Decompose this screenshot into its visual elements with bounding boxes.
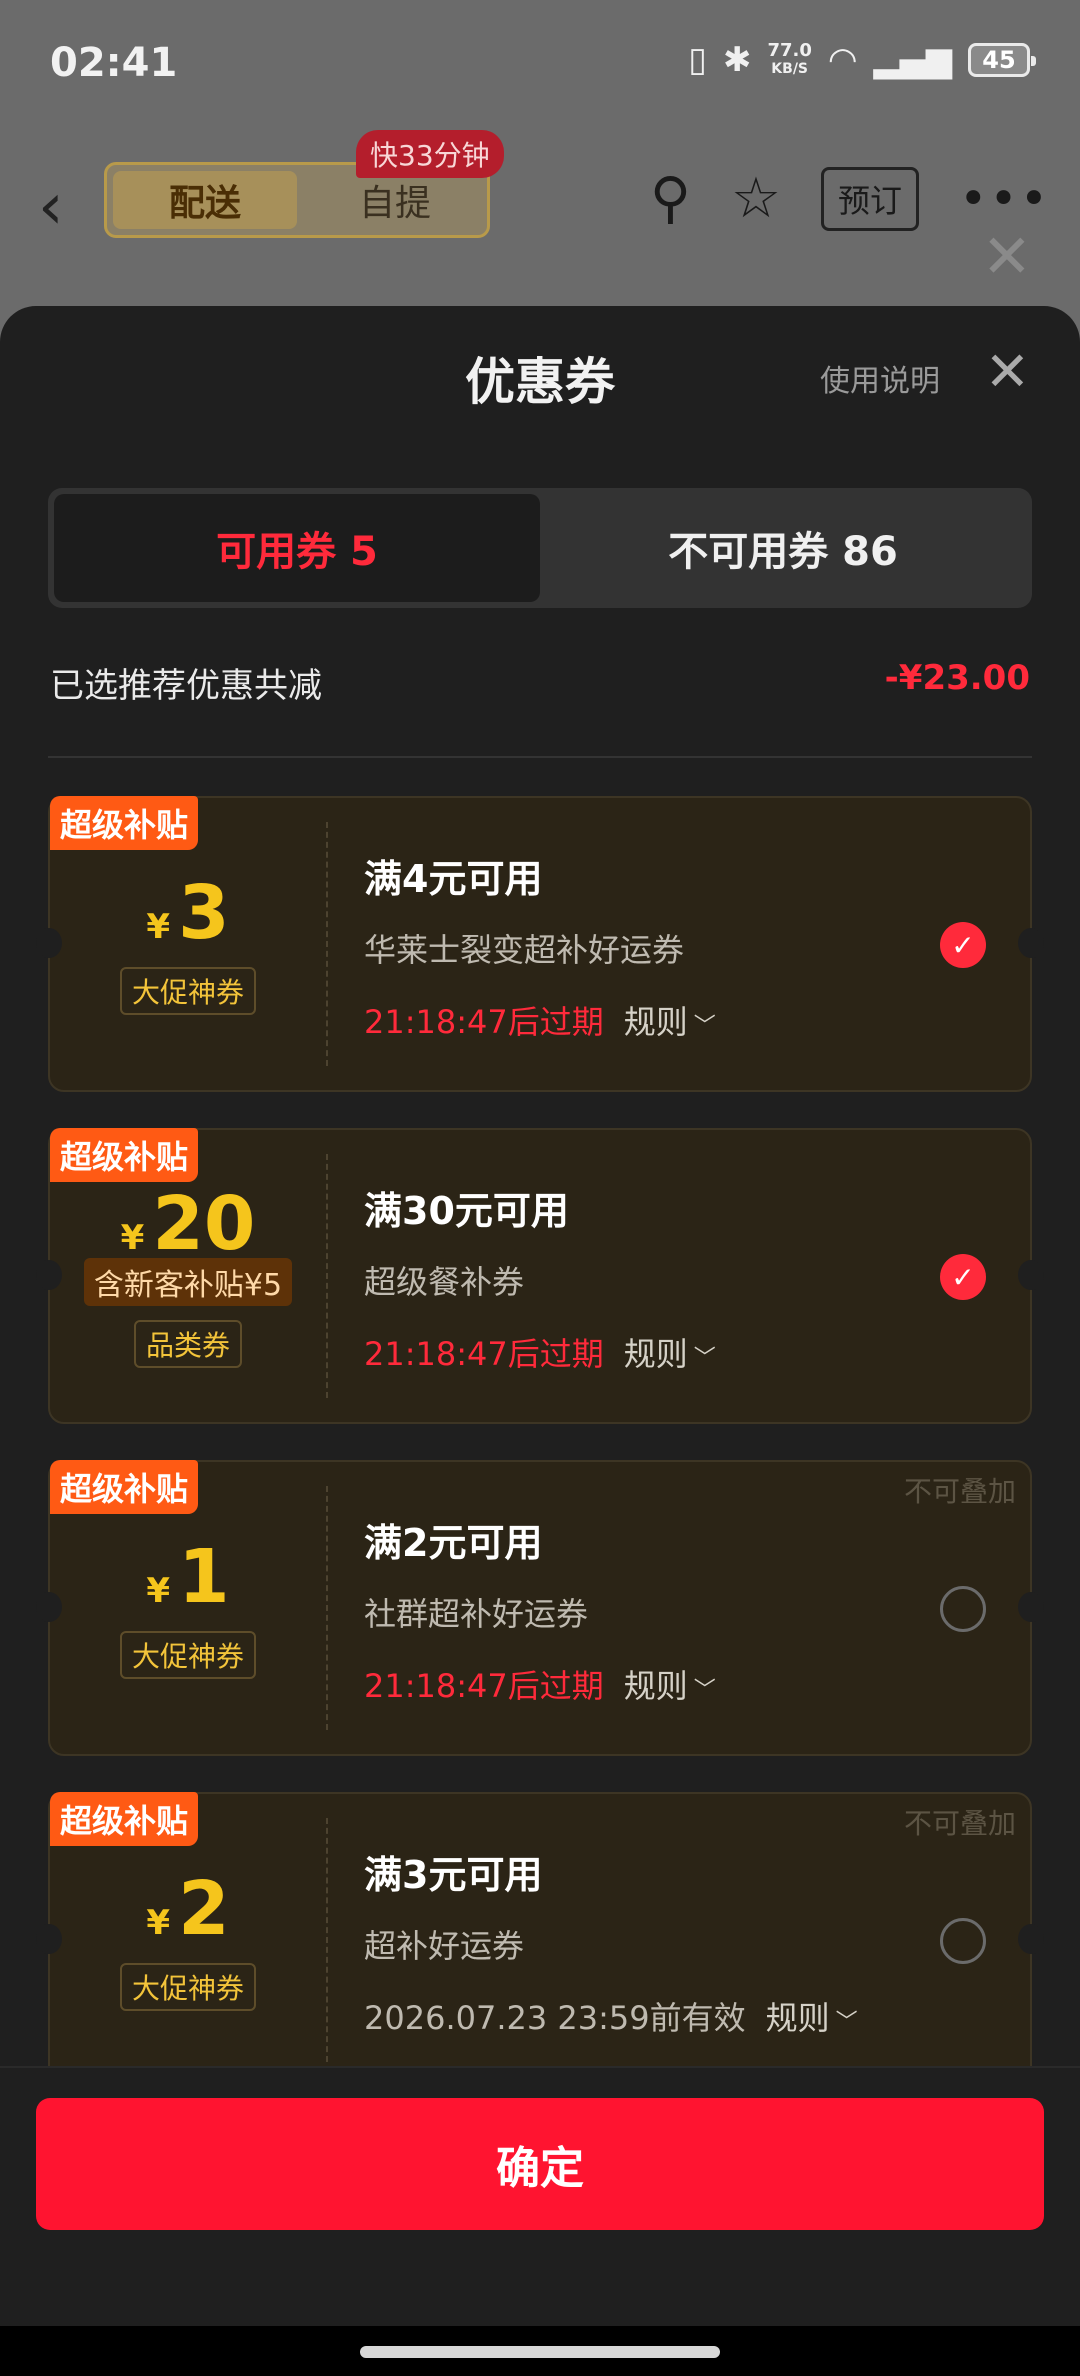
coupon-rule-toggle[interactable]: 规则 ﹀ <box>624 1329 716 1375</box>
dashed-divider <box>326 1818 328 2062</box>
coupon-title: 满30元可用 <box>364 1189 569 1233</box>
coupon-desc: 超补好运券 <box>364 1927 525 1965</box>
coupon-tabs: 可用券 5 不可用券 86 <box>48 488 1032 608</box>
coupon-title: 满2元可用 <box>364 1521 543 1565</box>
coupon-card[interactable]: 超级补贴 不可叠加 ¥ 2 大促神券 满3元可用 超补好运券 2026.07.2… <box>36 1792 1044 2088</box>
coupon-value-section: ¥ 3 大促神券 <box>50 798 326 1090</box>
more-icon[interactable]: ••• <box>959 171 1050 227</box>
coupon-info: 满3元可用 超补好运券 2026.07.23 23:59前有效 规则 ﹀ <box>364 1844 858 2039</box>
not-stackable-note: 不可叠加 <box>903 1807 1016 1840</box>
coupon-value-section: ¥ 1 大促神券 <box>50 1462 326 1754</box>
coupon-type: 大促神券 <box>119 1631 256 1679</box>
close-icon[interactable]: ✕ <box>985 340 1030 403</box>
battery-icon: 45 <box>968 43 1036 77</box>
coupon-meta: 2026.07.23 23:59前有效 规则 ﹀ <box>364 1993 858 2039</box>
confirm-button[interactable]: 确定 <box>36 2098 1044 2230</box>
net-speed: 77.0 KB/S <box>767 40 812 78</box>
not-stackable-note: 不可叠加 <box>903 1475 1016 1508</box>
coupon-rule-toggle[interactable]: 规则 ﹀ <box>624 1661 716 1707</box>
divider <box>48 756 1032 758</box>
star-icon[interactable]: ☆ <box>731 166 781 231</box>
checked-icon[interactable]: ✓ <box>940 1254 986 1300</box>
dashed-divider <box>326 1154 328 1398</box>
coupon-meta: 21:18:47后过期 规则 ﹀ <box>364 1329 716 1375</box>
unchecked-radio[interactable] <box>940 1918 986 1964</box>
coupon-expire: 2026.07.23 23:59前有效 <box>364 1999 746 2037</box>
coupon-title: 满3元可用 <box>364 1853 543 1897</box>
chevron-down-icon: ﹀ <box>693 1346 716 1371</box>
coupon-value: ¥ 3 <box>146 870 230 956</box>
status-icons: ▯ ✱ 77.0 KB/S ◠ ▂▄▆ 45 <box>688 40 1036 80</box>
fast-badge: 快33分钟 <box>356 130 504 178</box>
wifi-icon: ◠ <box>827 40 858 80</box>
coupon-list: 超级补贴 ¥ 3 大促神券 满4元可用 华莱士裂变超补好运券 21:18:47后… <box>36 796 1044 2124</box>
search-icon[interactable]: ⚲ <box>650 166 691 231</box>
vibrate-icon: ▯ <box>688 40 707 80</box>
coupon-expire: 21:18:47后过期 <box>364 1003 604 1041</box>
coupon-desc: 社群超补好运券 <box>364 1595 589 1633</box>
coupon-value: ¥ 20 <box>120 1181 256 1267</box>
back-arrow-icon[interactable]: ‹ <box>38 170 64 244</box>
system-nav-bar <box>0 2326 1080 2376</box>
unchecked-radio[interactable] <box>940 1586 986 1632</box>
tab-available[interactable]: 可用券 5 <box>54 494 540 602</box>
coupon-value: ¥ 1 <box>146 1534 230 1620</box>
coupon-title: 满4元可用 <box>364 857 543 901</box>
coupon-info: 满4元可用 华莱士裂变超补好运券 21:18:47后过期 规则 ﹀ <box>364 848 716 1043</box>
coupon-card[interactable]: 超级补贴 ¥ 20 含新客补贴¥5 品类券 满30元可用 超级餐补券 21:18… <box>36 1128 1044 1424</box>
coupon-expire: 21:18:47后过期 <box>364 1667 604 1705</box>
newbie-subsidy-badge: 含新客补贴¥5 <box>83 1258 293 1306</box>
dashed-divider <box>326 822 328 1066</box>
summary-label: 已选推荐优惠共减 <box>50 666 322 706</box>
coupon-type: 大促神券 <box>119 967 256 1015</box>
coupon-meta: 21:18:47后过期 规则 ﹀ <box>364 1661 716 1707</box>
4g-signal-icon: ▂▄▆ <box>873 40 952 80</box>
coupon-sheet: 优惠券 使用说明 ✕ 可用券 5 不可用券 86 已选推荐优惠共减 -¥23.0… <box>0 306 1080 2326</box>
usage-instructions-link[interactable]: 使用说明 <box>820 356 940 400</box>
coupon-type: 品类券 <box>133 1320 242 1368</box>
coupon-desc: 华莱士裂变超补好运券 <box>364 931 685 969</box>
bluetooth-icon: ✱ <box>722 40 752 80</box>
coupon-rule-toggle[interactable]: 规则 ﹀ <box>766 1993 858 2039</box>
dashed-divider <box>326 1486 328 1730</box>
summary-amount: -¥23.00 <box>884 658 1030 698</box>
close-icon-background: ✕ <box>981 222 1032 292</box>
chevron-down-icon: ﹀ <box>835 2010 858 2035</box>
coupon-info: 满30元可用 超级餐补券 21:18:47后过期 规则 ﹀ <box>364 1180 716 1375</box>
chevron-down-icon: ﹀ <box>693 1678 716 1703</box>
mode-delivery[interactable]: 配送 <box>113 171 297 229</box>
sheet-footer: 确定 <box>0 2066 1080 2326</box>
tab-unavailable[interactable]: 不可用券 86 <box>540 494 1026 602</box>
top-nav: ‹ 配送 自提 快33分钟 ⚲ ☆ 预订 ••• ✕ <box>0 130 1080 310</box>
coupon-expire: 21:18:47后过期 <box>364 1335 604 1373</box>
coupon-value: ¥ 2 <box>146 1866 230 1952</box>
home-indicator[interactable] <box>360 2346 720 2358</box>
coupon-type: 大促神券 <box>119 1963 256 2011</box>
coupon-value-section: ¥ 2 大促神券 <box>50 1794 326 2086</box>
coupon-value-section: ¥ 20 含新客补贴¥5 品类券 <box>50 1130 326 1422</box>
coupon-card[interactable]: 超级补贴 ¥ 3 大促神券 满4元可用 华莱士裂变超补好运券 21:18:47后… <box>36 796 1044 1092</box>
discount-summary: 已选推荐优惠共减 -¥23.00 <box>50 658 1030 707</box>
coupon-rule-toggle[interactable]: 规则 ﹀ <box>624 997 716 1043</box>
checked-icon[interactable]: ✓ <box>940 922 986 968</box>
coupon-info: 满2元可用 社群超补好运券 21:18:47后过期 规则 ﹀ <box>364 1512 716 1707</box>
coupon-card[interactable]: 超级补贴 不可叠加 ¥ 1 大促神券 满2元可用 社群超补好运券 21:18:4… <box>36 1460 1044 1756</box>
reserve-button[interactable]: 预订 <box>821 166 920 231</box>
chevron-down-icon: ﹀ <box>693 1014 716 1039</box>
coupon-desc: 超级餐补券 <box>364 1263 525 1301</box>
status-time: 02:41 <box>50 40 178 86</box>
coupon-meta: 21:18:47后过期 规则 ﹀ <box>364 997 716 1043</box>
status-bar: 02:41 ▯ ✱ 77.0 KB/S ◠ ▂▄▆ 45 <box>0 0 1080 130</box>
